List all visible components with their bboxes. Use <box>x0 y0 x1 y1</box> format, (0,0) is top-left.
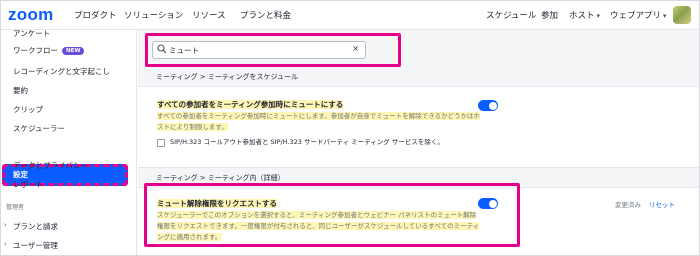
sidebar-item-label: クリップ <box>13 105 43 114</box>
nav-web-app-label: ウェブアプリ <box>610 11 662 21</box>
chevron-down-icon: ▾ <box>663 12 667 20</box>
avatar[interactable] <box>673 6 691 24</box>
search-field[interactable]: × <box>152 41 366 59</box>
sidebar-item-summaries[interactable]: 要約 <box>13 85 28 96</box>
zoom-logo[interactable]: zoom <box>8 5 54 25</box>
sidebar-item-recordings[interactable]: レコーディングと文字起こし <box>13 66 110 77</box>
sidebar-item-scheduler[interactable]: スケジューラー <box>13 123 65 134</box>
nav-schedule-label: スケジュール <box>486 11 537 21</box>
search-input[interactable] <box>169 43 349 57</box>
exclude-sip-checkbox[interactable] <box>157 139 165 147</box>
nav-products[interactable]: プロダクト <box>74 9 117 21</box>
sidebar-caption-admin: 管理者 <box>6 204 25 211</box>
nav-resources[interactable]: リソース <box>192 9 226 21</box>
sidebar-item-label: アンケート <box>13 29 51 38</box>
sidebar-item-label: データとプライバシー <box>13 161 88 170</box>
setting-highlight-frame <box>144 183 520 247</box>
top-nav: zoom プロダクト ソリューション リソース プランと料金 スケジュール 参加… <box>0 0 700 30</box>
sidebar-item-clips[interactable]: クリップ <box>13 104 43 115</box>
nav-solutions-label: ソリューション <box>124 11 184 21</box>
sidebar-item-label: 要約 <box>13 86 28 95</box>
changed-label: 変更済み <box>615 201 641 209</box>
sidebar-item-label: レコーディングと文字起こし <box>13 67 110 76</box>
sidebar-item-user-management[interactable]: › ユーザー管理 <box>4 240 58 251</box>
nav-join-label: 参加 <box>541 11 559 21</box>
sidebar-item-polls[interactable]: アンケート <box>13 28 50 39</box>
nav-host-label: ホスト <box>569 11 595 21</box>
new-badge: NEW <box>62 47 85 55</box>
nav-solutions[interactable]: ソリューション <box>124 9 183 21</box>
sidebar-item-label: ユーザー管理 <box>13 241 58 250</box>
section-header: ミーティング > ミーティングをスケジュール <box>156 73 298 81</box>
sidebar-item-label: ワークフロー <box>13 46 58 55</box>
checkbox-label: SIP/H.323 コールアウト参加者と SIP/H.323 サードパーティ ミ… <box>170 138 444 146</box>
reset-row: 変更済み リセット <box>615 199 675 209</box>
setting-title-text: すべての参加者をミーティング参加時にミュートにする <box>157 100 344 109</box>
sidebar-item-label: プランと請求 <box>13 222 58 231</box>
sidebar-item-label: スケジューラー <box>13 124 65 133</box>
nav-join[interactable]: 参加 <box>541 9 558 21</box>
sidebar-item-plans-billing[interactable]: › プランと請求 <box>4 221 58 232</box>
sidebar-item-label: レポート <box>13 180 43 189</box>
setting-desc-line: すべての参加者をミーティング参加時にミュートにします。参加者が自身でミュートを解… <box>157 112 480 120</box>
search-icon <box>157 44 167 54</box>
chevron-right-icon: › <box>4 221 7 229</box>
nav-plans-pricing-label: プランと料金 <box>240 11 292 21</box>
nav-products-label: プロダクト <box>74 11 117 21</box>
section-header: ミーティング > ミーティング内（詳細） <box>156 174 285 182</box>
nav-plans-pricing[interactable]: プランと料金 <box>240 9 291 21</box>
settings-card: すべての参加者をミーティング参加時にミュートにする すべての参加者をミーティング… <box>138 86 700 168</box>
chevron-down-icon: ▾ <box>596 12 601 20</box>
nav-resources-label: リソース <box>192 11 226 21</box>
nav-web-app[interactable]: ウェブアプリ ▾ <box>610 9 667 21</box>
sidebar-item-workflow[interactable]: ワークフロー NEW <box>13 45 85 56</box>
clear-icon[interactable]: × <box>352 44 359 53</box>
setting-description: すべての参加者をミーティング参加時にミュートにします。参加者が自身でミュートを解… <box>157 111 487 133</box>
nav-schedule[interactable]: スケジュール <box>486 9 536 21</box>
mute-on-entry-toggle[interactable] <box>478 100 498 111</box>
sidebar: アンケート ワークフロー NEW レコーディングと文字起こし 要約 クリップ スケ… <box>0 28 137 256</box>
setting-title: すべての参加者をミーティング参加時にミュートにする <box>157 99 344 110</box>
setting-desc-line: ストにより制限します。 <box>157 123 228 131</box>
sidebar-item-reports[interactable]: レポート <box>13 179 43 190</box>
settings-main: × ミーティング > ミーティングをスケジュール すべての参加者をミーティング参… <box>138 30 700 256</box>
chevron-right-icon: › <box>4 240 7 248</box>
sidebar-item-data-privacy[interactable]: データとプライバシー <box>13 160 88 171</box>
nav-host[interactable]: ホスト ▾ <box>569 9 600 21</box>
reset-link[interactable]: リセット <box>649 201 675 209</box>
